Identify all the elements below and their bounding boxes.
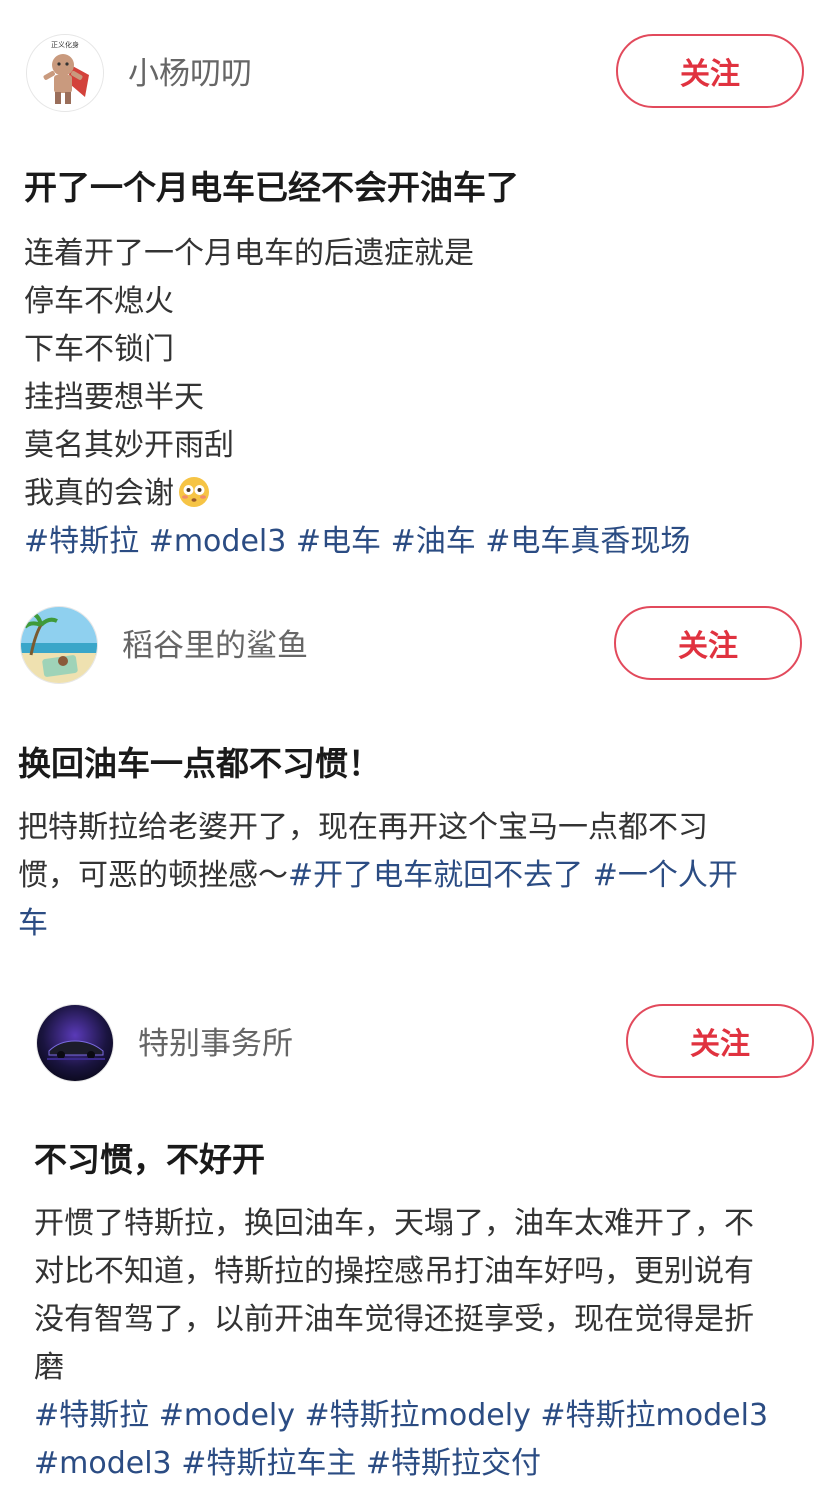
- flushed-face-emoji-icon: [179, 477, 209, 507]
- body-line: 连着开了一个月电车的后遗症就是: [24, 236, 474, 271]
- tag-line: #特斯拉 #model3 #电车 #油车 #电车真香现场: [24, 518, 690, 566]
- post-3: 特别事务所 关注 不习惯，不好开 开惯了特斯拉，换回油车，天塌了，油车太难开了，…: [0, 980, 836, 1504]
- post-title: 换回油车一点都不习惯！: [18, 744, 381, 783]
- tag-line: #model3 #特斯拉车主 #特斯拉交付: [34, 1440, 768, 1488]
- post-2: 稻谷里的鲨鱼 关注 换回油车一点都不习惯！ 把特斯拉给老婆开了，现在再开这个宝马…: [0, 590, 836, 980]
- dark-car-avatar-icon: [37, 1005, 113, 1081]
- avatar-badge-text: 正义化身: [51, 40, 79, 49]
- post-body: 把特斯拉给老婆开了，现在再开这个宝马一点都不习 惯，可恶的顿挫感～#开了电车就回…: [18, 804, 738, 948]
- hashtag-link[interactable]: #特斯拉车主: [181, 1446, 356, 1481]
- body-text: 惯，可恶的顿挫感～: [18, 858, 288, 893]
- body-line: 惯，可恶的顿挫感～#开了电车就回不去了 #一个人开: [18, 852, 738, 900]
- body-line: 磨: [34, 1350, 64, 1385]
- body-line: 车: [18, 900, 738, 948]
- body-line: 把特斯拉给老婆开了，现在再开这个宝马一点都不习: [18, 810, 708, 845]
- body-line: 开惯了特斯拉，换回油车，天塌了，油车太难开了，不: [34, 1206, 754, 1241]
- username[interactable]: 稻谷里的鲨鱼: [122, 626, 308, 666]
- user-avatar[interactable]: 正义化身: [26, 34, 104, 112]
- user-avatar[interactable]: [36, 1004, 114, 1082]
- hashtag-link[interactable]: #model3: [34, 1446, 172, 1481]
- body-line: 下车不锁门: [24, 332, 174, 367]
- follow-button[interactable]: 关注: [626, 1004, 814, 1078]
- body-line: 我真的会谢: [24, 476, 174, 511]
- post-1: 正义化身 小杨叨叨 关注 开了一个月电车已经不会开油车了 连着开了一个月电车的后…: [0, 0, 836, 590]
- hashtag-link[interactable]: #特斯拉: [24, 524, 139, 559]
- hashtag-link[interactable]: #开了电车就回不去了: [288, 858, 583, 893]
- hashtag-link-part[interactable]: #一个人开: [593, 858, 738, 893]
- hashtag-link[interactable]: #电车: [296, 524, 381, 559]
- hashtag-link[interactable]: #modely: [159, 1398, 295, 1433]
- post-body: 连着开了一个月电车的后遗症就是 停车不熄火 下车不锁门 挂挡要想半天 莫名其妙开…: [24, 230, 690, 566]
- hashtag-link[interactable]: #电车真香现场: [485, 524, 690, 559]
- body-line: 挂挡要想半天: [24, 380, 204, 415]
- hashtag-link[interactable]: #特斯拉交付: [366, 1446, 541, 1481]
- follow-button[interactable]: 关注: [616, 34, 804, 108]
- body-line: 停车不熄火: [24, 284, 174, 319]
- hashtag-link[interactable]: #特斯拉modely: [305, 1398, 531, 1433]
- hashtag-link-part[interactable]: 车: [18, 906, 48, 941]
- superhero-cartoon-avatar-icon: 正义化身: [27, 35, 103, 111]
- body-line: 莫名其妙开雨刮: [24, 428, 234, 463]
- body-line-with-emoji: 我真的会谢: [24, 470, 690, 518]
- username[interactable]: 小杨叨叨: [128, 54, 252, 94]
- post-title: 开了一个月电车已经不会开油车了: [24, 168, 519, 207]
- post-title: 不习惯，不好开: [34, 1140, 265, 1179]
- tag-line: #特斯拉 #modely #特斯拉modely #特斯拉model3: [34, 1392, 768, 1440]
- hashtag-link[interactable]: #model3: [149, 524, 287, 559]
- body-line: 没有智驾了，以前开油车觉得还挺享受，现在觉得是折: [34, 1302, 754, 1337]
- post-body: 开惯了特斯拉，换回油车，天塌了，油车太难开了，不 对比不知道，特斯拉的操控感吊打…: [34, 1200, 768, 1488]
- body-line: 对比不知道，特斯拉的操控感吊打油车好吗，更别说有: [34, 1254, 754, 1289]
- follow-button[interactable]: 关注: [614, 606, 802, 680]
- beach-palm-avatar-icon: [21, 607, 97, 683]
- hashtag-link[interactable]: #油车: [391, 524, 476, 559]
- user-avatar[interactable]: [20, 606, 98, 684]
- hashtag-link[interactable]: #特斯拉: [34, 1398, 149, 1433]
- hashtag-link[interactable]: #特斯拉model3: [540, 1398, 768, 1433]
- username[interactable]: 特别事务所: [138, 1024, 293, 1064]
